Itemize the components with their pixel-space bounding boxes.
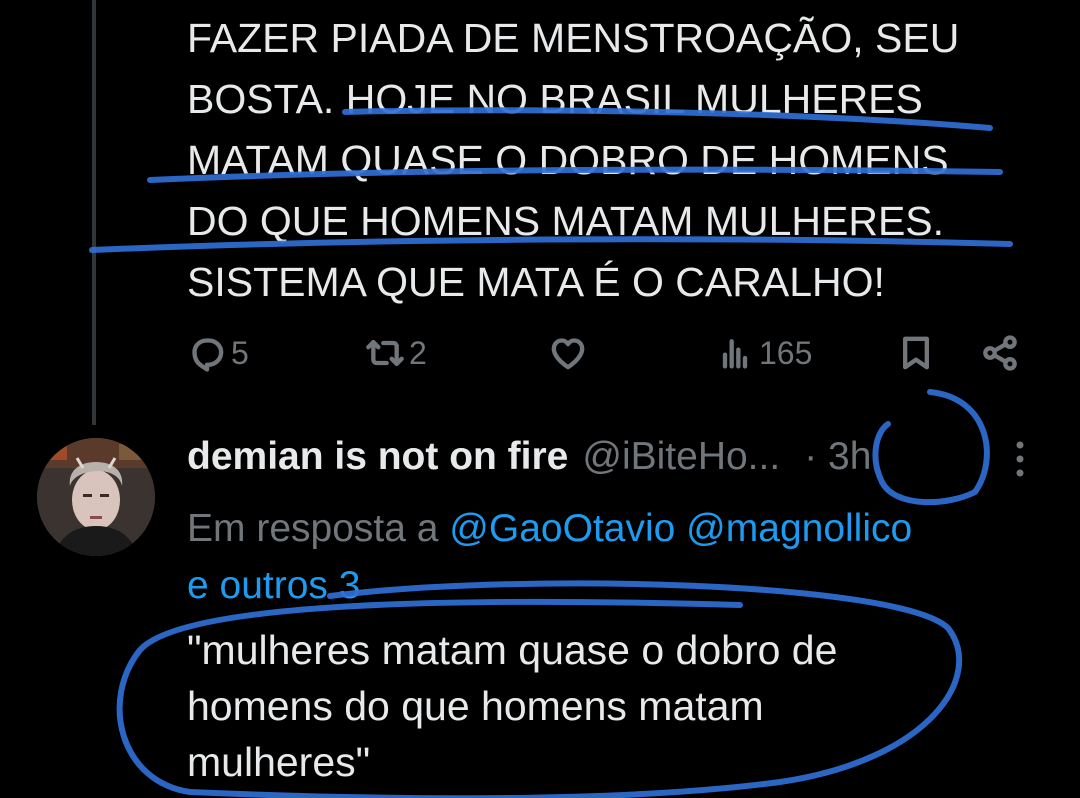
tweet-text-line: FAZER PIADA DE MENSTROAÇÃO, SEU: [187, 15, 960, 61]
reply-text-line: mulheres": [187, 739, 371, 785]
share-icon: [983, 335, 1017, 371]
display-name[interactable]: demian is not on fire: [187, 435, 568, 479]
reply-tweet-text: "mulheres matam quase o dobro de homens …: [187, 622, 1037, 790]
reply-text-line: "mulheres matam quase o dobro de: [187, 627, 838, 673]
repost-icon: [366, 340, 404, 366]
avatar-image: [37, 438, 155, 556]
reply-header: demian is not on fire @iBiteHo... · 3h: [187, 432, 871, 482]
replying-to-prefix: Em resposta a: [187, 507, 439, 550]
tweet-text-line: DO QUE HOMENS MATAM MULHERES.: [187, 198, 945, 244]
tweet-text-line: SISTEMA QUE MATA É O CARALHO!: [187, 259, 885, 305]
reply-icon: [192, 338, 224, 372]
like-icon: [551, 338, 585, 370]
user-handle[interactable]: @iBiteHo...: [582, 435, 780, 479]
reply-button[interactable]: 5: [187, 328, 249, 378]
repost-button[interactable]: 2: [365, 328, 427, 378]
bookmark-button[interactable]: [896, 328, 936, 378]
more-options-button[interactable]: [1005, 438, 1035, 480]
views-count: 165: [759, 334, 813, 371]
replying-to: Em resposta a @GaoOtavio @magnollico e o…: [187, 500, 1037, 614]
tweet-action-bar: 5 2 165: [187, 328, 1037, 378]
original-tweet-text: FAZER PIADA DE MENSTROAÇÃO, SEU BOSTA. H…: [187, 8, 1037, 313]
bookmark-icon: [903, 336, 929, 370]
others-link[interactable]: e outros 3: [187, 564, 360, 607]
views-icon: [722, 339, 748, 369]
like-button[interactable]: [548, 328, 592, 378]
mention-link[interactable]: @GaoOtavio: [449, 507, 675, 550]
views-button[interactable]: 165: [715, 328, 812, 378]
mention-link[interactable]: @magnollico: [686, 507, 912, 550]
repost-count: 2: [409, 334, 427, 371]
timestamp[interactable]: · 3h: [804, 435, 871, 479]
tweet-text-line: MATAM QUASE O DOBRO DE HOMENS: [187, 137, 949, 183]
avatar[interactable]: [37, 438, 155, 556]
share-button[interactable]: [980, 328, 1020, 378]
thread-connector-line: [92, 0, 96, 425]
tweet-text-line: BOSTA. HOJE NO BRASIL MULHERES: [187, 76, 923, 122]
reply-text-line: homens do que homens matam: [187, 683, 764, 729]
reply-count: 5: [231, 334, 249, 371]
more-icon: [1016, 441, 1024, 477]
reply-tweet[interactable]: demian is not on fire @iBiteHo... · 3h E…: [0, 410, 1080, 798]
